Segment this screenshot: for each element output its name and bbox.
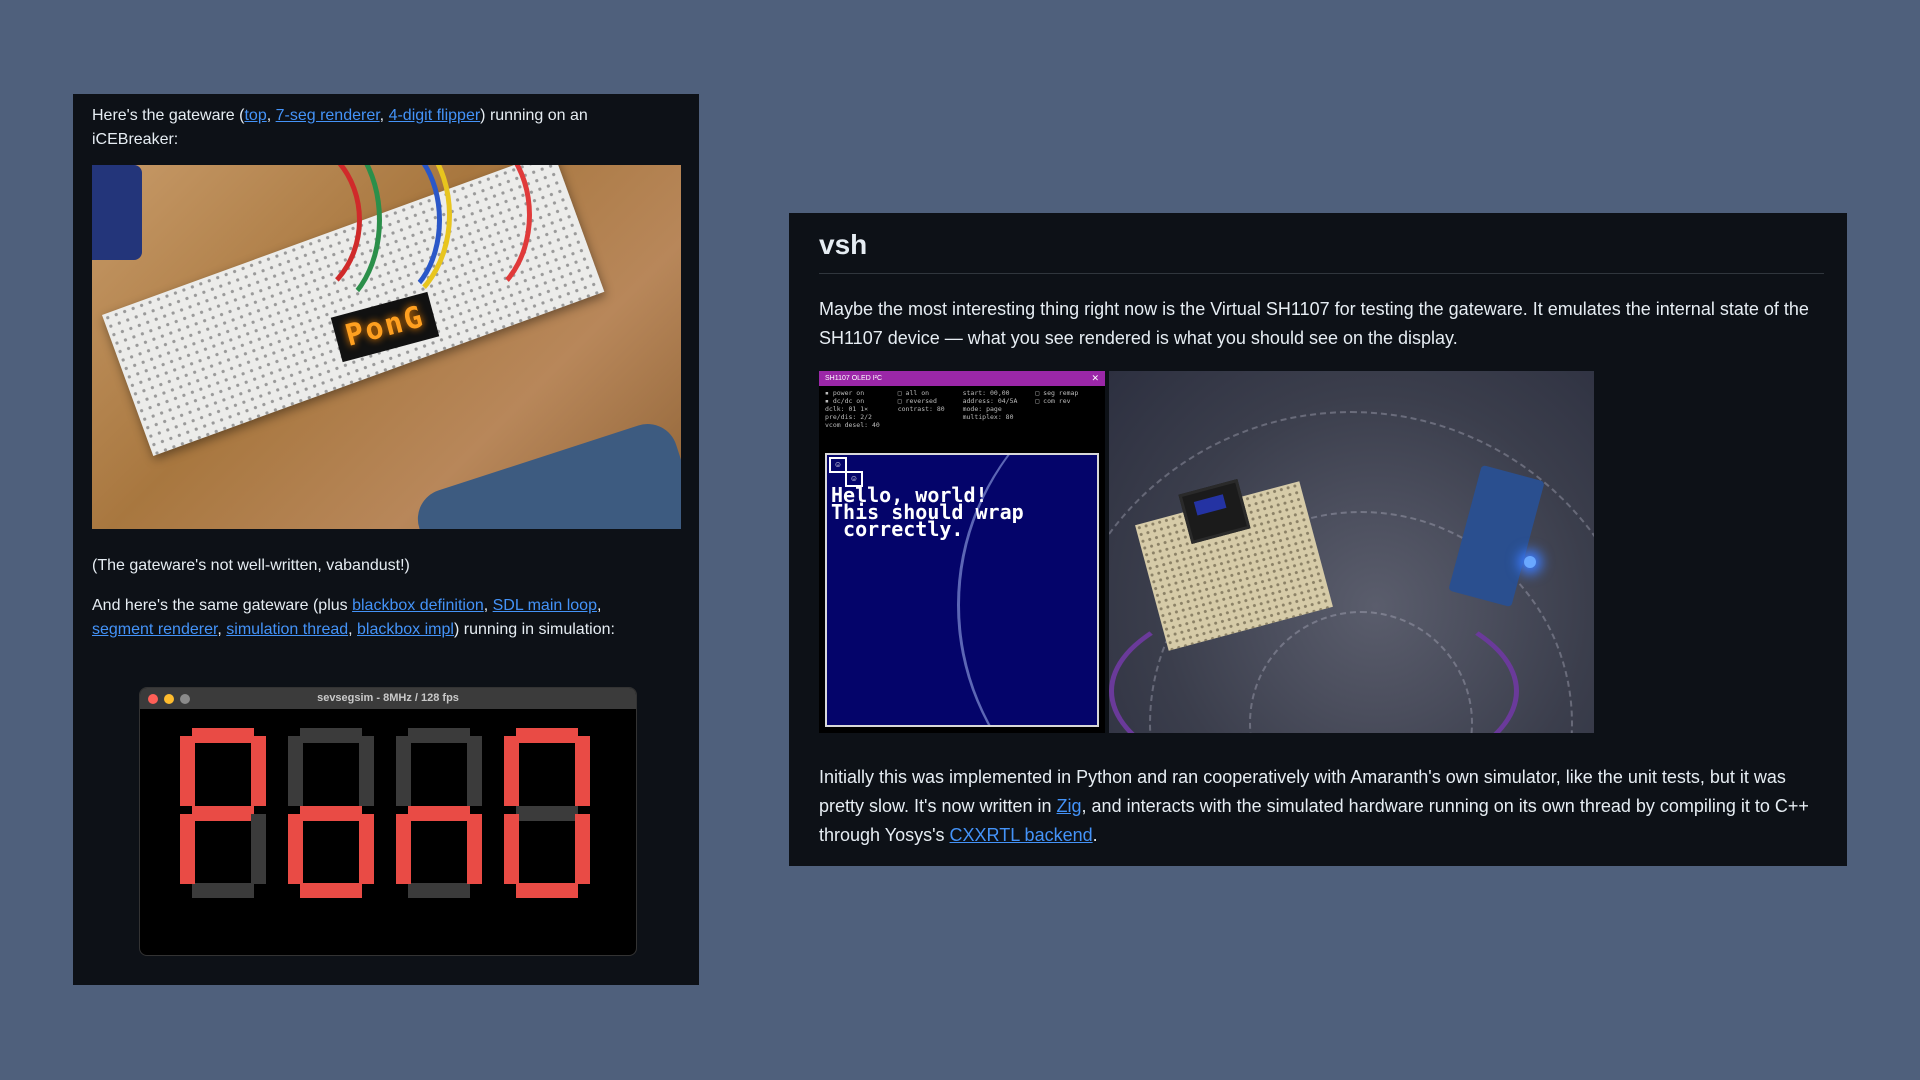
digit — [288, 728, 374, 898]
segment-d — [408, 883, 470, 898]
sim-intro-text: And here's the same gateware (plus — [92, 597, 353, 614]
status-line: □ com rev — [1035, 397, 1071, 405]
segment-f — [396, 736, 411, 806]
status-line: □ reversed — [897, 397, 937, 405]
status-line: address: 04/5A — [962, 397, 1018, 405]
left-article-panel: Here's the gateware (top, 7-seg renderer… — [73, 94, 699, 985]
link-cxxrtl-backend[interactable]: CXXRTL backend — [950, 825, 1093, 845]
vsh-emulator-screenshot: SH1107 OLED I²C ✕ ▪ power on ▪ dc/dc on dc… — [819, 371, 1105, 733]
link-7seg-renderer[interactable]: 7-seg renderer — [276, 107, 380, 124]
oled-display: ☺ ☺ Hello, world! This should wrap corre… — [825, 453, 1099, 727]
separator: , — [217, 621, 227, 638]
emulator-titlebar: SH1107 OLED I²C ✕ — [819, 371, 1105, 386]
segment-c — [467, 814, 482, 884]
status-line: ▪ dc/dc on — [825, 397, 865, 405]
window-titlebar: sevsegsim - 8MHz / 128 fps — [140, 688, 636, 709]
segment-f — [288, 736, 303, 806]
link-blackbox-impl[interactable]: blackbox impl — [357, 621, 454, 638]
segment-c — [575, 814, 590, 884]
digit — [396, 728, 482, 898]
status-column: ▪ power on ▪ dc/dc on dclk: 01 1× pre/dis: … — [825, 389, 880, 429]
segment-e — [288, 814, 303, 884]
status-line: dclk: 01 1× — [825, 405, 869, 413]
vsh-paragraph-2: Initially this was implemented in Python… — [819, 763, 1829, 850]
link-sdl-main-loop[interactable]: SDL main loop — [493, 597, 597, 614]
segment-a — [516, 728, 578, 743]
sim-intro-paragraph: And here's the same gateware (plus black… — [92, 594, 652, 642]
laptop-case — [410, 416, 681, 529]
status-led — [1524, 556, 1536, 568]
link-top[interactable]: top — [244, 107, 266, 124]
status-line: □ all on — [897, 389, 930, 397]
separator: , — [266, 107, 276, 124]
segment-a — [408, 728, 470, 743]
segment-b — [251, 736, 266, 806]
digit — [504, 728, 590, 898]
right-article-panel: vsh Maybe the most interesting thing rig… — [789, 213, 1847, 866]
intro-paragraph: Here's the gateware (top, 7-seg renderer… — [92, 104, 652, 152]
link-zig[interactable]: Zig — [1057, 796, 1082, 816]
window-title: sevsegsim - 8MHz / 128 fps — [317, 692, 459, 704]
status-line: vcom desel: 40 — [825, 421, 880, 429]
close-icon[interactable]: ✕ — [1091, 371, 1099, 386]
segment-g — [192, 806, 254, 821]
status-line: □ seg remap — [1035, 389, 1079, 397]
emulator-title: SH1107 OLED I²C — [825, 375, 883, 382]
vsh-paragraph-1: Maybe the most interesting thing right n… — [819, 299, 1809, 348]
segment-e — [396, 814, 411, 884]
digit — [180, 728, 266, 898]
status-line: multiplex: 80 — [962, 413, 1014, 421]
paragraph-text: . — [1092, 825, 1098, 845]
oled-text: Hello, world! This should wrap correctly… — [831, 483, 1024, 541]
status-line: pre/dis: 2/2 — [825, 413, 872, 421]
segment-b — [467, 736, 482, 806]
link-blackbox-definition[interactable]: blackbox definition — [352, 597, 484, 614]
segment-b — [575, 736, 590, 806]
segment-d — [300, 883, 362, 898]
breadboard-photo: PonG — [92, 165, 681, 529]
status-line: start: 00,00 — [962, 389, 1010, 397]
link-segment-renderer[interactable]: segment renderer — [92, 621, 217, 638]
segment-b — [359, 736, 374, 806]
hardware-photo — [1109, 371, 1594, 733]
segment-e — [504, 814, 519, 884]
separator: , — [379, 107, 389, 124]
segment-a — [192, 728, 254, 743]
segment-d — [516, 883, 578, 898]
sim-intro-suffix: ) running in simulation: — [453, 621, 615, 638]
segment-g — [516, 806, 578, 821]
link-simulation-thread[interactable]: simulation thread — [226, 621, 348, 638]
status-line: contrast: 80 — [897, 405, 945, 413]
segment-f — [504, 736, 519, 806]
segment-e — [180, 814, 195, 884]
emulator-status-panel: ▪ power on ▪ dc/dc on dclk: 01 1× pre/dis: … — [819, 386, 1105, 460]
caption: (The gateware's not well-written, vaband… — [92, 557, 410, 574]
section-heading: vsh — [819, 229, 868, 260]
separator: , — [348, 621, 358, 638]
segment-d — [192, 883, 254, 898]
segment-g — [408, 806, 470, 821]
status-line: ▪ power on — [825, 389, 865, 397]
segment-c — [251, 814, 266, 884]
status-line: mode: page — [962, 405, 1002, 413]
heading-divider — [819, 273, 1824, 274]
status-column: start: 00,00 address: 04/5A mode: page mult… — [963, 389, 1018, 421]
segment-a — [300, 728, 362, 743]
separator: , — [596, 597, 602, 614]
icebreaker-board — [92, 165, 142, 260]
status-column: □ seg remap □ com rev — [1035, 389, 1078, 405]
separator: , — [483, 597, 493, 614]
segment-f — [180, 736, 195, 806]
intro-text: Here's the gateware ( — [92, 107, 245, 124]
segment-c — [359, 814, 374, 884]
sevsegsim-window: sevsegsim - 8MHz / 128 fps — [139, 687, 637, 956]
status-column: □ all on □ reversed contrast: 80 — [898, 389, 945, 413]
segment-g — [300, 806, 362, 821]
link-4digit-flipper[interactable]: 4-digit flipper — [389, 107, 481, 124]
